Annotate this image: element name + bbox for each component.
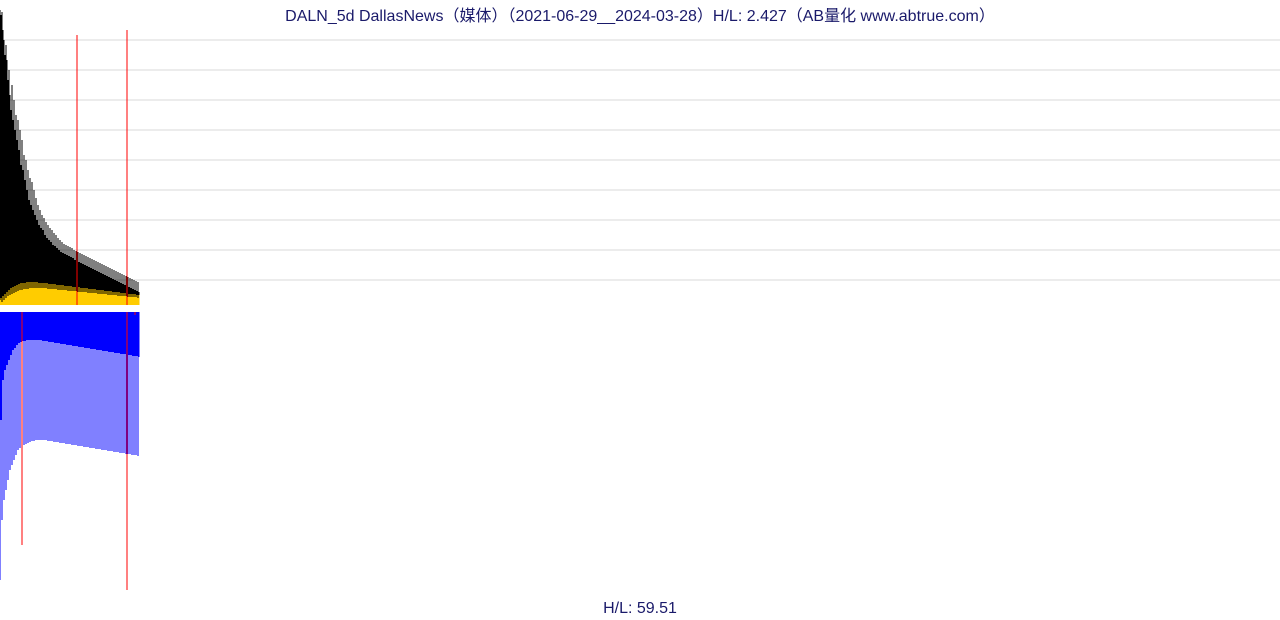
chart-canvas	[0, 0, 1280, 620]
chart-footer: H/L: 59.51	[0, 600, 1280, 618]
chart-title: DALN_5d DallasNews（媒体）（2021-06-29__2024-…	[0, 2, 1280, 26]
